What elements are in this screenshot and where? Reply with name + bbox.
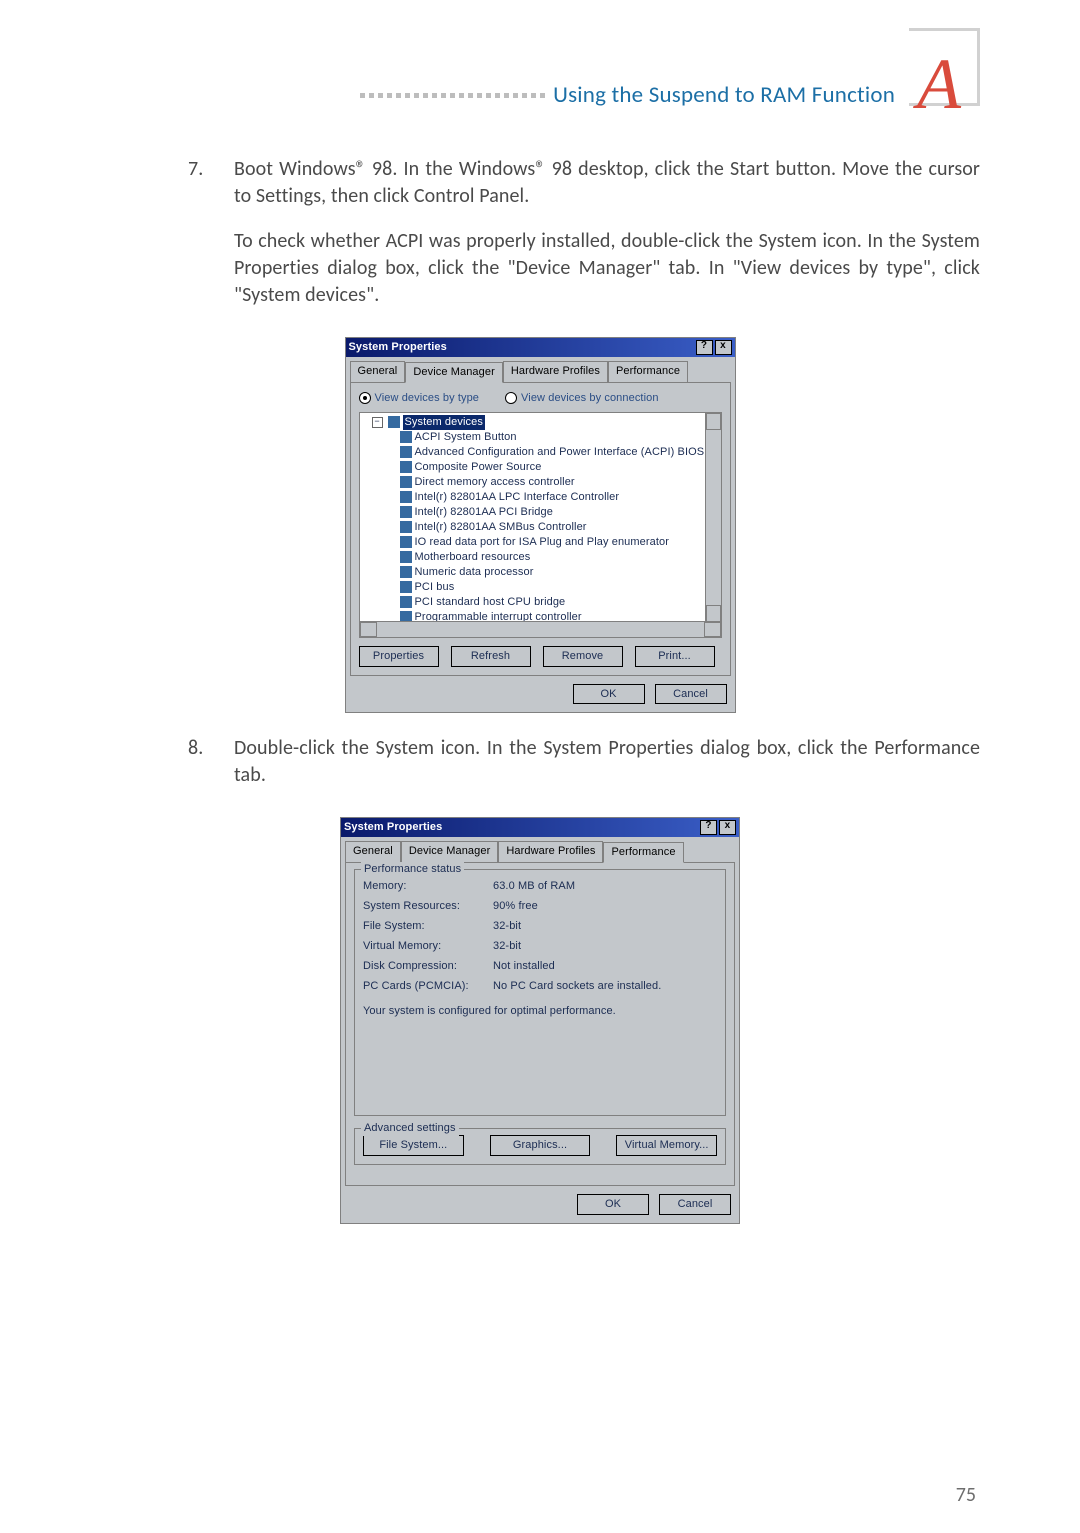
perf-row: System Resources:90% free <box>363 896 717 916</box>
appendix-letter: A <box>917 56 961 114</box>
radio-label: View devices by connection <box>521 391 659 406</box>
tab-row: General Device Manager Hardware Profiles… <box>341 837 739 862</box>
header-dots <box>360 93 545 98</box>
radio-label: View devices by type <box>375 391 480 406</box>
perf-row: PC Cards (PCMCIA):No PC Card sockets are… <box>363 976 717 996</box>
ok-button[interactable]: OK <box>577 1194 649 1215</box>
radio-view-by-type[interactable]: View devices by type <box>359 391 480 406</box>
tree-item[interactable]: Composite Power Source <box>362 460 719 475</box>
cancel-button[interactable]: Cancel <box>659 1194 731 1215</box>
step-8-para-1: Double-click the System icon. In the Sys… <box>234 735 980 789</box>
tree-item[interactable]: Intel(r) 82801AA LPC Interface Controlle… <box>362 490 719 505</box>
radio-view-by-connection[interactable]: View devices by connection <box>505 391 659 406</box>
step-number: 7. <box>188 156 234 327</box>
help-button[interactable]: ? <box>700 820 717 835</box>
file-system-button[interactable]: File System... <box>363 1135 464 1156</box>
tree-item[interactable]: Advanced Configuration and Power Interfa… <box>362 445 719 460</box>
page-number: 75 <box>956 1483 976 1507</box>
refresh-button[interactable]: Refresh <box>451 646 531 667</box>
step-7: 7. Boot Windows® 98. In the Windows® 98 … <box>188 156 980 327</box>
tree-item[interactable]: IO read data port for ISA Plug and Play … <box>362 535 719 550</box>
scroll-up-button[interactable] <box>706 413 721 430</box>
step-number: 8. <box>188 735 234 807</box>
perf-row: Disk Compression:Not installed <box>363 956 717 976</box>
step-7-para-2: To check whether ACPI was properly insta… <box>234 228 980 309</box>
help-button[interactable]: ? <box>696 340 713 355</box>
cancel-button[interactable]: Cancel <box>655 684 727 705</box>
section-title: Using the Suspend to RAM Function <box>553 81 895 109</box>
virtual-memory-button[interactable]: Virtual Memory... <box>616 1135 717 1156</box>
tab-performance[interactable]: Performance <box>603 842 683 863</box>
tree-item[interactable]: Intel(r) 82801AA SMBus Controller <box>362 520 719 535</box>
print-button[interactable]: Print... <box>635 646 715 667</box>
tree-item[interactable]: Intel(r) 82801AA PCI Bridge <box>362 505 719 520</box>
tree-item[interactable]: Motherboard resources <box>362 550 719 565</box>
perf-row: File System:32-bit <box>363 916 717 936</box>
tab-device-manager[interactable]: Device Manager <box>401 841 499 862</box>
tab-hardware-profiles[interactable]: Hardware Profiles <box>498 841 603 862</box>
system-properties-performance-dialog: System Properties ? x General Device Man… <box>340 817 740 1223</box>
tree-item[interactable]: PCI bus <box>362 580 719 595</box>
device-tree[interactable]: − System devices ACPI System Button Adva… <box>359 412 722 638</box>
advanced-settings-group: File System... Graphics... Virtual Memor… <box>354 1128 726 1165</box>
page-header: Using the Suspend to RAM Function A <box>100 56 980 134</box>
tree-item[interactable]: ACPI System Button <box>362 430 719 445</box>
tree-item[interactable]: PCI standard host CPU bridge <box>362 595 719 610</box>
graphics-button[interactable]: Graphics... <box>490 1135 591 1156</box>
tab-row: General Device Manager Hardware Profiles… <box>346 357 735 382</box>
titlebar[interactable]: System Properties ? x <box>341 818 739 837</box>
tree-item[interactable]: Numeric data processor <box>362 565 719 580</box>
vertical-scrollbar[interactable] <box>705 413 721 622</box>
window-title: System Properties <box>349 340 694 355</box>
close-button[interactable]: x <box>719 820 736 835</box>
tab-device-manager[interactable]: Device Manager <box>405 362 503 383</box>
close-button[interactable]: x <box>715 340 732 355</box>
properties-button[interactable]: Properties <box>359 646 439 667</box>
titlebar[interactable]: System Properties ? x <box>346 338 735 357</box>
window-title: System Properties <box>344 820 698 835</box>
horizontal-scrollbar[interactable] <box>360 621 721 637</box>
step-8: 8. Double-click the System icon. In the … <box>188 735 980 807</box>
performance-status-group: Memory:63.0 MB of RAM System Resources:9… <box>354 869 726 1116</box>
tab-general[interactable]: General <box>345 841 401 862</box>
perf-row: Memory:63.0 MB of RAM <box>363 876 717 896</box>
remove-button[interactable]: Remove <box>543 646 623 667</box>
ok-button[interactable]: OK <box>573 684 645 705</box>
performance-note: Your system is configured for optimal pe… <box>363 1004 717 1019</box>
tree-item[interactable]: Direct memory access controller <box>362 475 719 490</box>
tab-hardware-profiles[interactable]: Hardware Profiles <box>503 361 608 382</box>
tree-root[interactable]: − System devices <box>362 415 719 430</box>
tab-general[interactable]: General <box>350 361 406 382</box>
perf-row: Virtual Memory:32-bit <box>363 936 717 956</box>
tab-performance[interactable]: Performance <box>608 361 688 382</box>
step-7-para-1: Boot Windows® 98. In the Windows® 98 des… <box>234 156 980 210</box>
scroll-left-button[interactable] <box>360 622 377 637</box>
appendix-badge: A <box>909 56 980 134</box>
scroll-down-button[interactable] <box>706 605 721 622</box>
system-properties-device-manager-dialog: System Properties ? x General Device Man… <box>345 337 736 713</box>
scroll-right-button[interactable] <box>704 622 721 637</box>
